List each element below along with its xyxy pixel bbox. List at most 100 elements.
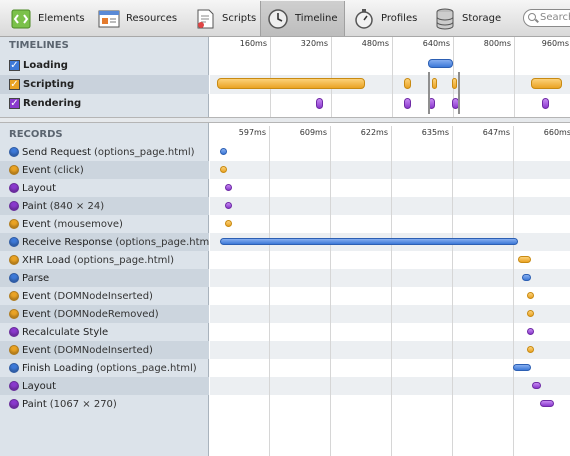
tab-resources-label: Resources bbox=[126, 13, 178, 24]
record-row[interactable]: Paint (840 × 24) bbox=[0, 197, 209, 215]
profiles-icon bbox=[352, 7, 376, 31]
rendering-overview-bar bbox=[404, 98, 411, 109]
record-name: Finish Loading bbox=[22, 362, 94, 374]
tab-elements-label: Elements bbox=[38, 13, 85, 24]
grid-line bbox=[270, 37, 271, 117]
checkbox-rendering[interactable]: ✓ bbox=[9, 98, 20, 109]
record-stripe bbox=[210, 377, 570, 395]
record-name: Layout bbox=[22, 182, 56, 194]
scripting-overview-bar bbox=[217, 78, 365, 89]
loading-overview-bar bbox=[428, 59, 453, 68]
scripting-record-bar[interactable] bbox=[527, 310, 534, 317]
storage-icon bbox=[433, 7, 457, 31]
record-row[interactable]: Layout bbox=[0, 179, 209, 197]
scripting-dot-icon bbox=[9, 165, 19, 175]
timeline-icon bbox=[266, 7, 290, 31]
pane-divider[interactable] bbox=[0, 117, 570, 123]
selection-window-handle[interactable] bbox=[428, 72, 460, 114]
timelines-ruler: 160ms 320ms 480ms 640ms 800ms 960ms bbox=[210, 37, 570, 50]
tab-elements[interactable]: Elements bbox=[4, 3, 91, 34]
record-row[interactable]: Send Request (options_page.html) bbox=[0, 143, 209, 161]
record-name: Layout bbox=[22, 380, 56, 392]
scripting-record-bar[interactable] bbox=[527, 346, 534, 353]
rendering-dot-icon bbox=[9, 183, 19, 193]
record-stripe bbox=[210, 269, 570, 287]
record-detail: (840 × 24) bbox=[49, 200, 105, 212]
record-row[interactable]: Recalculate Style bbox=[0, 323, 209, 341]
record-row[interactable]: Parse bbox=[0, 269, 209, 287]
record-detail: (options_page.html) bbox=[73, 254, 175, 266]
tab-timeline[interactable]: Timeline bbox=[260, 1, 345, 36]
record-row[interactable]: Receive Response (options_page.html) bbox=[0, 233, 216, 251]
rendering-overview-bar bbox=[316, 98, 323, 109]
checkbox-scripting[interactable]: ✓ bbox=[9, 79, 20, 90]
search-placeholder: Search bbox=[540, 12, 570, 23]
record-row[interactable]: Paint (1067 × 270) bbox=[0, 395, 209, 413]
timeline-row-scripting: ✓ Scripting bbox=[0, 75, 209, 94]
timelines-heading: TIMELINES bbox=[9, 40, 69, 51]
tab-resources[interactable]: Resources bbox=[92, 3, 183, 34]
record-row[interactable]: XHR Load (options_page.html) bbox=[0, 251, 209, 269]
record-row[interactable]: Layout bbox=[0, 377, 209, 395]
scripting-dot-icon bbox=[9, 255, 19, 265]
grid-line bbox=[514, 37, 515, 117]
record-row[interactable]: Event (DOMNodeRemoved) bbox=[0, 305, 209, 323]
record-name: Recalculate Style bbox=[22, 326, 109, 338]
record-stripe bbox=[210, 305, 570, 323]
record-row[interactable]: Event (mousemove) bbox=[0, 215, 209, 233]
tab-storage[interactable]: Storage bbox=[428, 3, 507, 34]
record-detail: (DOMNodeRemoved) bbox=[53, 308, 159, 320]
loading-record-bar[interactable] bbox=[220, 148, 227, 155]
scripting-record-bar[interactable] bbox=[527, 292, 534, 299]
tab-timeline-label: Timeline bbox=[295, 13, 338, 24]
loading-record-bar[interactable] bbox=[513, 364, 531, 371]
record-name: Event bbox=[22, 308, 51, 320]
record-name: Event bbox=[22, 164, 51, 176]
record-detail: (click) bbox=[53, 164, 84, 176]
grid-line bbox=[452, 126, 453, 456]
tab-profiles-label: Profiles bbox=[381, 13, 418, 24]
records-tick-label: 647ms bbox=[482, 128, 510, 137]
record-row[interactable]: Finish Loading (options_page.html) bbox=[0, 359, 209, 377]
rendering-record-bar[interactable] bbox=[540, 400, 554, 407]
scripting-record-bar[interactable] bbox=[518, 256, 531, 263]
scripting-overview-bar bbox=[404, 78, 411, 89]
rendering-record-bar[interactable] bbox=[532, 382, 541, 389]
record-name: Parse bbox=[22, 272, 50, 284]
record-name: Send Request bbox=[22, 146, 91, 158]
scripting-dot-icon bbox=[9, 309, 19, 319]
scripting-record-bar[interactable] bbox=[220, 166, 227, 173]
search-input[interactable]: Search bbox=[523, 9, 570, 27]
record-row[interactable]: Event (click) bbox=[0, 161, 209, 179]
record-name: Event bbox=[22, 344, 51, 356]
rendering-dot-icon bbox=[9, 201, 19, 211]
record-stripe bbox=[210, 197, 570, 215]
rendering-record-bar[interactable] bbox=[225, 184, 232, 191]
records-heading: RECORDS bbox=[9, 129, 63, 140]
timelines-tick-label: 800ms bbox=[483, 39, 511, 48]
sidebar: TIMELINES ✓ Loading ✓ Scripting ✓ Rendering R… bbox=[0, 37, 216, 456]
record-detail: (DOMNodeInserted) bbox=[53, 344, 153, 356]
rendering-overview-bar bbox=[542, 98, 549, 109]
tab-profiles[interactable]: Profiles bbox=[347, 3, 423, 34]
scripts-icon bbox=[193, 7, 217, 31]
rendering-record-bar[interactable] bbox=[225, 202, 232, 209]
records-ruler: 597ms 609ms 622ms 635ms 647ms 660ms bbox=[210, 126, 570, 139]
tab-scripts[interactable]: Scripts bbox=[188, 3, 262, 34]
rendering-dot-icon bbox=[9, 327, 19, 337]
loading-record-bar[interactable] bbox=[522, 274, 531, 281]
scripting-record-bar[interactable] bbox=[225, 220, 232, 227]
loading-record-bar[interactable] bbox=[220, 238, 518, 245]
elements-icon bbox=[9, 7, 33, 31]
record-detail: (options_page.html) bbox=[96, 362, 197, 374]
record-name: Receive Response bbox=[22, 236, 113, 248]
rendering-record-bar[interactable] bbox=[527, 328, 534, 335]
records-tick-label: 597ms bbox=[238, 128, 266, 137]
record-row[interactable]: Event (DOMNodeInserted) bbox=[0, 341, 209, 359]
record-stripe bbox=[210, 161, 570, 179]
record-detail: (options_page.html) bbox=[93, 146, 195, 158]
checkbox-loading[interactable]: ✓ bbox=[9, 60, 20, 71]
record-row[interactable]: Event (DOMNodeInserted) bbox=[0, 287, 209, 305]
records-tick-label: 635ms bbox=[421, 128, 449, 137]
record-name: Paint bbox=[22, 398, 47, 410]
